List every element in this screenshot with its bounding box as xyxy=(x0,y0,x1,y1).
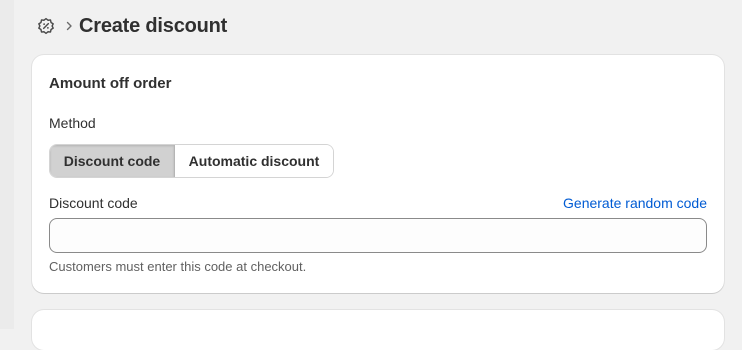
generate-random-code-link[interactable]: Generate random code xyxy=(563,195,707,211)
left-edge-panel xyxy=(0,0,14,329)
automatic-discount-option[interactable]: Automatic discount xyxy=(175,145,333,177)
next-card xyxy=(32,310,724,350)
card-title: Amount off order xyxy=(49,75,172,92)
discount-gear-icon[interactable] xyxy=(36,16,56,36)
chevron-right-icon xyxy=(65,21,73,31)
discount-code-label: Discount code xyxy=(49,195,138,211)
amount-off-order-card: Amount off order Method Discount code Au… xyxy=(32,55,724,293)
page-header: Create discount xyxy=(36,13,227,39)
discount-code-option[interactable]: Discount code xyxy=(50,145,175,177)
discount-code-help-text: Customers must enter this code at checko… xyxy=(49,259,307,274)
method-segmented-control: Discount code Automatic discount xyxy=(49,144,334,178)
method-label: Method xyxy=(49,115,96,131)
page-title: Create discount xyxy=(79,14,228,37)
discount-code-input[interactable] xyxy=(49,218,707,253)
